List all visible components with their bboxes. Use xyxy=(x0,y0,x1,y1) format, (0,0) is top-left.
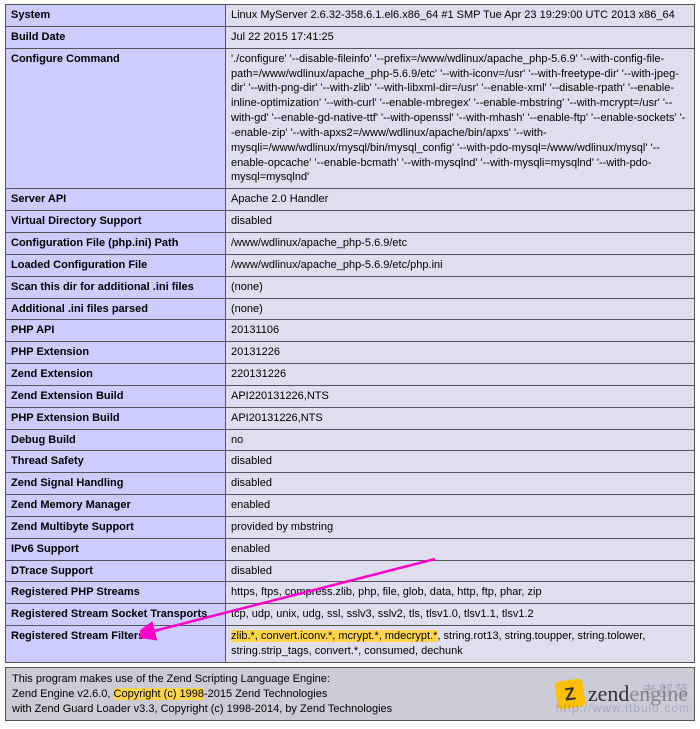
table-row: Zend Signal Handlingdisabled xyxy=(6,473,695,495)
table-row: Configuration File (php.ini) Path/www/wd… xyxy=(6,232,695,254)
row-value: API20131226,NTS xyxy=(226,407,695,429)
table-row: Registered PHP Streamshttps, ftps, compr… xyxy=(6,582,695,604)
row-key: Scan this dir for additional .ini files xyxy=(6,276,226,298)
row-key: Debug Build xyxy=(6,429,226,451)
row-value: Jul 22 2015 17:41:25 xyxy=(226,26,695,48)
row-value: enabled xyxy=(226,538,695,560)
table-row: Thread Safetydisabled xyxy=(6,451,695,473)
row-key: Build Date xyxy=(6,26,226,48)
row-value: Linux MyServer 2.6.32-358.6.1.el6.x86_64… xyxy=(226,5,695,27)
row-value: disabled xyxy=(226,451,695,473)
table-row: Additional .ini files parsed(none) xyxy=(6,298,695,320)
row-key: Configure Command xyxy=(6,48,226,189)
zend-engine-logo: Z zendengine xyxy=(556,679,688,709)
row-key: Registered Stream Socket Transports xyxy=(6,604,226,626)
row-value: (none) xyxy=(226,276,695,298)
row-key: Additional .ini files parsed xyxy=(6,298,226,320)
phpinfo-table: SystemLinux MyServer 2.6.32-358.6.1.el6.… xyxy=(5,4,695,663)
row-value: disabled xyxy=(226,473,695,495)
highlighted-text: Copyright (c) 1998 xyxy=(114,688,205,700)
table-row: PHP Extension20131226 xyxy=(6,342,695,364)
row-value: Apache 2.0 Handler xyxy=(226,189,695,211)
row-value: provided by mbstring xyxy=(226,516,695,538)
row-value: disabled xyxy=(226,560,695,582)
row-key: PHP Extension Build xyxy=(6,407,226,429)
table-row: Loaded Configuration File/www/wdlinux/ap… xyxy=(6,254,695,276)
row-value: tcp, udp, unix, udg, ssl, sslv3, sslv2, … xyxy=(226,604,695,626)
row-value: (none) xyxy=(226,298,695,320)
table-row: SystemLinux MyServer 2.6.32-358.6.1.el6.… xyxy=(6,5,695,27)
row-value: no xyxy=(226,429,695,451)
row-key: Virtual Directory Support xyxy=(6,211,226,233)
row-key: Zend Extension Build xyxy=(6,385,226,407)
table-row: Zend Multibyte Supportprovided by mbstri… xyxy=(6,516,695,538)
table-row: Zend Memory Managerenabled xyxy=(6,495,695,517)
table-row: DTrace Supportdisabled xyxy=(6,560,695,582)
row-key: DTrace Support xyxy=(6,560,226,582)
zend-credit-line3: with Zend Guard Loader v3.3, Copyright (… xyxy=(12,702,556,717)
row-key: Zend Memory Manager xyxy=(6,495,226,517)
row-key: IPv6 Support xyxy=(6,538,226,560)
table-row: PHP API20131106 xyxy=(6,320,695,342)
table-row: Virtual Directory Supportdisabled xyxy=(6,211,695,233)
row-key: Server API xyxy=(6,189,226,211)
zend-credit-line1: This program makes use of the Zend Scrip… xyxy=(12,672,556,687)
table-row: Server APIApache 2.0 Handler xyxy=(6,189,695,211)
row-value: https, ftps, compress.zlib, php, file, g… xyxy=(226,582,695,604)
row-key: Thread Safety xyxy=(6,451,226,473)
table-row: Registered Stream Socket Transportstcp, … xyxy=(6,604,695,626)
row-value: /www/wdlinux/apache_php-5.6.9/etc xyxy=(226,232,695,254)
zend-badge-icon: Z xyxy=(554,678,586,710)
row-value: 20131226 xyxy=(226,342,695,364)
highlighted-text: zlib.*, convert.iconv.*, mcrypt.*, mdecr… xyxy=(231,630,437,642)
table-row: Zend Extension BuildAPI220131226,NTS xyxy=(6,385,695,407)
row-key: Zend Extension xyxy=(6,364,226,386)
row-value: 20131106 xyxy=(226,320,695,342)
table-row: Debug Buildno xyxy=(6,429,695,451)
row-value: './configure' '--disable-fileinfo' '--pr… xyxy=(226,48,695,189)
row-value: /www/wdlinux/apache_php-5.6.9/etc/php.in… xyxy=(226,254,695,276)
table-row: Zend Extension220131226 xyxy=(6,364,695,386)
table-row: Registered Stream Filters zlib.*, convert… xyxy=(6,626,695,663)
row-key: Zend Signal Handling xyxy=(6,473,226,495)
row-key: Loaded Configuration File xyxy=(6,254,226,276)
row-value: 220131226 xyxy=(226,364,695,386)
table-row: Configure Command './configure' '--disab… xyxy=(6,48,695,189)
table-row: Scan this dir for additional .ini files(… xyxy=(6,276,695,298)
table-row: IPv6 Supportenabled xyxy=(6,538,695,560)
row-key: Registered PHP Streams xyxy=(6,582,226,604)
table-row: Build DateJul 22 2015 17:41:25 xyxy=(6,26,695,48)
row-key: Zend Multibyte Support xyxy=(6,516,226,538)
row-value: disabled xyxy=(226,211,695,233)
zend-footer-box: This program makes use of the Zend Scrip… xyxy=(5,667,695,722)
row-value: zlib.*, convert.iconv.*, mcrypt.*, mdecr… xyxy=(226,626,695,663)
row-value: enabled xyxy=(226,495,695,517)
zend-credits: This program makes use of the Zend Scrip… xyxy=(12,672,556,717)
row-key: PHP Extension xyxy=(6,342,226,364)
row-value: API220131226,NTS xyxy=(226,385,695,407)
row-key: PHP API xyxy=(6,320,226,342)
row-key: Configuration File (php.ini) Path xyxy=(6,232,226,254)
zend-credit-line2: Zend Engine v2.6.0, Copyright (c) 1998-2… xyxy=(12,687,556,702)
row-key: Registered Stream Filters xyxy=(6,626,226,663)
row-key: System xyxy=(6,5,226,27)
table-row: PHP Extension BuildAPI20131226,NTS xyxy=(6,407,695,429)
